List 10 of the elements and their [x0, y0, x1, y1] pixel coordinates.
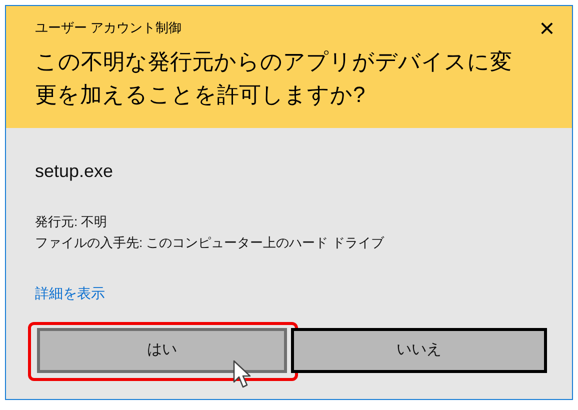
- detail-text: 発行元: 不明: [35, 213, 108, 231]
- window-title: ユーザー アカウント制御: [35, 19, 182, 37]
- mouse-cursor-icon: [233, 360, 253, 390]
- program-name: setup.exe: [35, 160, 114, 183]
- close-button[interactable]: ×: [532, 15, 562, 41]
- dialog-button[interactable]: はい: [37, 328, 287, 373]
- details-link[interactable]: 詳細を表示: [35, 283, 105, 304]
- detail-text: ファイルの入手先: このコンピューター上のハード ドライブ: [35, 234, 386, 252]
- question-text: この不明な発行元からのアプリがデバイスに変更を加えることを許可しますか?: [35, 48, 513, 109]
- dialog-button[interactable]: いいえ: [291, 328, 547, 373]
